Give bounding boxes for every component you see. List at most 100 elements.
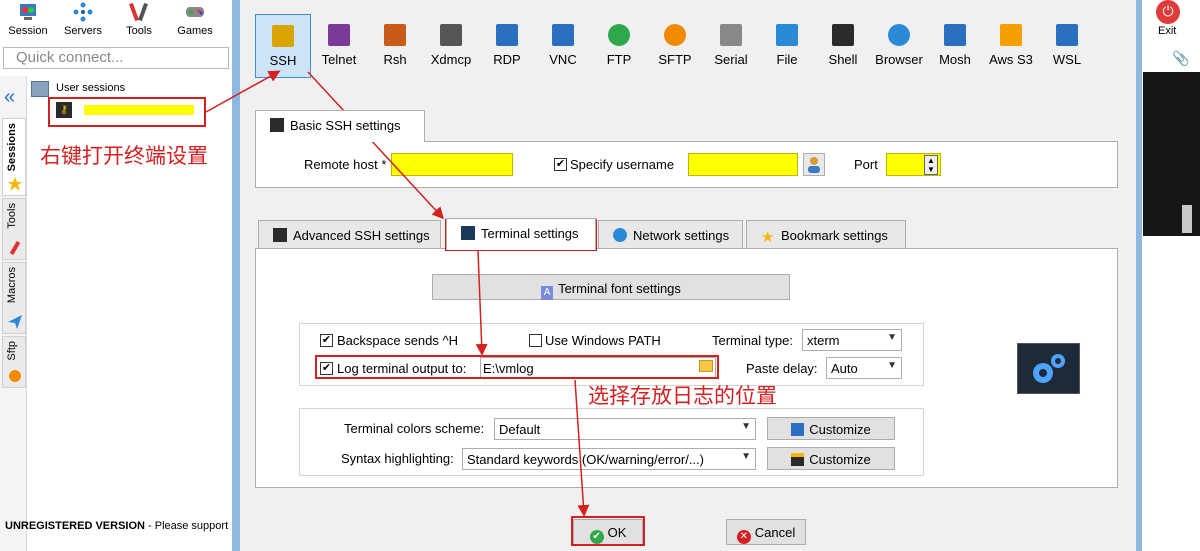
session-type-ftp[interactable]: FTP — [591, 14, 647, 78]
sftp-tab-icon — [9, 370, 21, 382]
scrollbar-thumb[interactable] — [1182, 205, 1192, 233]
session-type-label: File — [776, 52, 798, 67]
star-icon — [8, 177, 22, 191]
session-type-label: FTP — [606, 52, 632, 67]
tab-macros[interactable]: Macros — [2, 262, 26, 334]
sidebar: Session Servers Tools Games Quick connec… — [0, 0, 232, 551]
tab-advanced-ssh[interactable]: Advanced SSH settings — [258, 220, 441, 248]
paste-delay-select[interactable]: Auto ▼ — [826, 357, 902, 379]
windows-icon — [1056, 24, 1078, 46]
tab-sftp[interactable]: Sftp — [2, 336, 26, 388]
tab-bookmark-settings[interactable]: ★ Bookmark settings — [746, 220, 906, 248]
session-type-shell[interactable]: Shell — [815, 14, 871, 78]
backspace-checkbox[interactable]: ✔ — [320, 334, 333, 347]
telnet-icon — [328, 24, 350, 46]
tab-terminal-label: Terminal settings — [481, 226, 579, 241]
windows-path-checkbox[interactable] — [529, 334, 542, 347]
gears-icon — [1017, 343, 1080, 394]
customize-syntax-button[interactable]: Customize — [767, 447, 895, 470]
terminal-font-button[interactable]: A Terminal font settings — [432, 274, 790, 300]
session-button[interactable]: Session — [3, 0, 53, 40]
tools-label: Tools — [126, 25, 152, 37]
check-icon: ✔ — [589, 530, 604, 544]
session-icon — [20, 4, 36, 20]
file-icon — [776, 24, 798, 46]
session-settings-dialog: SSH Telnet Rsh Xdmcp RDP VNC FTP SFTP Serial File… — [240, 0, 1136, 551]
status-version: UNREGISTERED VERSION — [5, 520, 145, 532]
log-path-input[interactable]: E:\vmlog — [480, 357, 716, 379]
tab-sessions[interactable]: Sessions — [2, 118, 26, 196]
colors-group: Terminal colors scheme: Default ▼ Customi… — [299, 408, 924, 476]
session-name-redacted[interactable] — [84, 105, 194, 115]
port-input[interactable]: ▲ ▼ — [886, 153, 941, 176]
session-type-xdmcp[interactable]: Xdmcp — [423, 14, 479, 78]
ok-button[interactable]: ✔ OK — [573, 519, 643, 545]
collapse-chevron-icon[interactable]: « — [4, 86, 15, 109]
tab-tools-label: Tools — [6, 203, 18, 229]
servers-button[interactable]: Servers — [58, 0, 108, 40]
terminal-type-select[interactable]: xterm ▼ — [802, 329, 902, 351]
games-button[interactable]: Games — [170, 0, 220, 40]
power-icon[interactable]: ⏻ — [1156, 0, 1180, 24]
paperclip-icon[interactable]: 📎 — [1172, 50, 1189, 67]
tab-network-settings[interactable]: Network settings — [598, 220, 743, 248]
servers-icon — [73, 2, 93, 22]
session-label: Session — [8, 25, 48, 37]
serial-icon — [720, 24, 742, 46]
games-label: Games — [177, 25, 213, 37]
colors-scheme-value: Default — [499, 422, 541, 437]
username-input[interactable] — [688, 153, 798, 176]
session-type-telnet[interactable]: Telnet — [311, 14, 367, 78]
port-label: Port — [854, 157, 878, 172]
user-picker-button[interactable] — [803, 153, 825, 176]
tab-basic-ssh[interactable]: Basic SSH settings — [255, 110, 425, 142]
syntax-select[interactable]: Standard keywords (OK/warning/error/...)… — [462, 448, 756, 470]
side-tab-bar: « Sessions Tools Macros Sftp — [0, 76, 27, 551]
remote-host-input[interactable] — [391, 153, 513, 176]
port-spinner[interactable]: ▲ ▼ — [924, 155, 938, 175]
session-type-label: SSH — [269, 53, 297, 68]
backspace-label: Backspace sends ^H — [337, 333, 458, 348]
folder-icon[interactable] — [699, 360, 713, 372]
colors-scheme-select[interactable]: Default ▼ — [494, 418, 756, 440]
quick-connect-input[interactable]: Quick connect... — [3, 47, 229, 69]
log-path-value: E:\vmlog — [483, 361, 534, 376]
globe-icon — [888, 24, 910, 46]
sftp-icon — [664, 24, 686, 46]
cancel-button[interactable]: ✕ Cancel — [726, 519, 806, 545]
session-type-file[interactable]: File — [759, 14, 815, 78]
session-type-rsh[interactable]: Rsh — [367, 14, 423, 78]
monitor-icon — [791, 453, 805, 466]
specify-username-checkbox[interactable]: ✔ — [554, 158, 567, 171]
aws-icon — [1000, 24, 1022, 46]
customize-colors-label: Customize — [809, 422, 871, 437]
session-type-mosh[interactable]: Mosh — [927, 14, 983, 78]
user-icon — [808, 157, 820, 173]
close-icon: ✕ — [736, 530, 751, 544]
session-type-ssh[interactable]: SSH — [255, 14, 311, 78]
exit-label[interactable]: Exit — [1158, 25, 1176, 37]
tree-root-label: User sessions — [56, 82, 126, 94]
tab-sftp-label: Sftp — [6, 341, 18, 361]
star-bookmark-icon: ★ — [761, 229, 775, 246]
tab-bookmark-label: Bookmark settings — [781, 228, 888, 243]
session-type-wsl[interactable]: WSL — [1039, 14, 1095, 78]
session-type-rdp[interactable]: RDP — [479, 14, 535, 78]
session-type-vnc[interactable]: VNC — [535, 14, 591, 78]
log-output-checkbox[interactable]: ✔ — [320, 362, 333, 375]
tools-button[interactable]: Tools — [114, 0, 164, 40]
session-type-serial[interactable]: Serial — [703, 14, 759, 78]
session-type-browser[interactable]: Browser — [871, 14, 927, 78]
chevron-down-icon: ▼ — [741, 451, 751, 462]
session-type-aws-s3[interactable]: Aws S3 — [983, 14, 1039, 78]
mosh-icon — [944, 24, 966, 46]
session-type-label: Serial — [714, 52, 748, 67]
session-type-sftp[interactable]: SFTP — [647, 14, 703, 78]
customize-colors-button[interactable]: Customize — [767, 417, 895, 440]
tab-tools[interactable]: Tools — [2, 198, 26, 260]
session-type-label: Browser — [875, 52, 923, 67]
user-sessions-icon — [31, 81, 49, 97]
advanced-key-icon — [273, 228, 287, 242]
font-icon: A — [541, 286, 554, 300]
tab-terminal-settings[interactable]: Terminal settings — [446, 218, 596, 250]
